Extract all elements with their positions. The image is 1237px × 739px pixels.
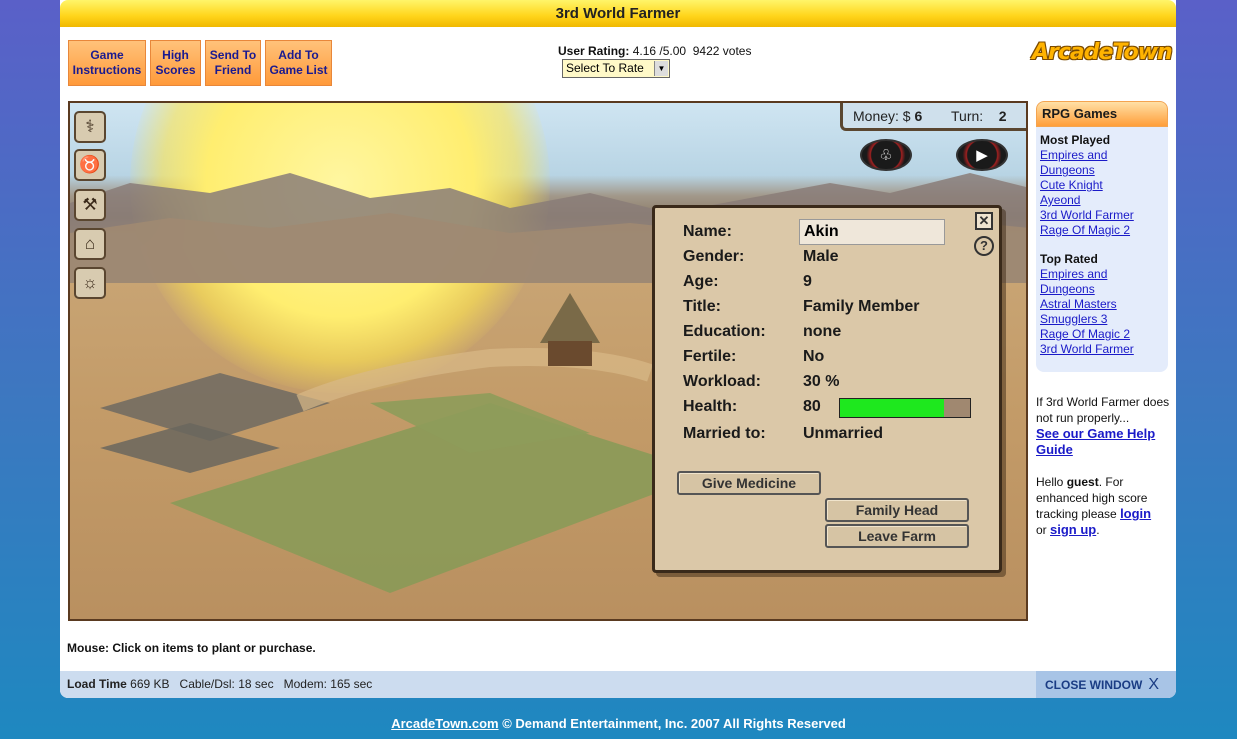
name-field[interactable]: Akin	[799, 219, 945, 245]
health-label: Health:	[683, 398, 738, 415]
money-display: Money: $ 6	[853, 108, 923, 124]
top-rated-link[interactable]: Smugglers 3	[1040, 312, 1164, 327]
close-window-button[interactable]: CLOSE WINDOW X	[1036, 671, 1176, 698]
workload-value: 30 %	[803, 373, 840, 390]
load-size: 669 KB	[130, 677, 170, 691]
user-rating-label: User Rating:	[558, 44, 630, 58]
rate-select-value: Select To Rate	[566, 61, 644, 75]
user-rating-votes: 9422 votes	[692, 44, 752, 58]
rpg-games-title: RPG Games	[1036, 101, 1168, 127]
game-help-guide-link[interactable]: See our Game Help Guide	[1036, 426, 1155, 457]
user-rating-value: 4.16 /5.00	[632, 44, 687, 58]
mouse-label: Mouse:	[67, 641, 109, 655]
right-sidebar: RPG Games Most Played Empires and Dungeo…	[1036, 101, 1168, 372]
fertile-value: No	[803, 348, 825, 365]
top-rated-label: Top Rated	[1040, 252, 1098, 266]
close-window-x-icon: X	[1148, 676, 1159, 693]
fertile-label: Fertile:	[683, 348, 737, 365]
top-rated-link[interactable]: Empires and Dungeons	[1040, 267, 1164, 297]
or-text: or	[1036, 523, 1047, 537]
chevron-down-icon: ▼	[654, 61, 668, 76]
hut-icon[interactable]: ⌂	[74, 228, 106, 260]
give-medicine-button[interactable]: Give Medicine	[677, 471, 821, 495]
status-bar: Money: $ 6 Turn: 2	[840, 103, 1026, 131]
window-title: 3rd World Farmer	[60, 0, 1176, 27]
age-label: Age:	[683, 273, 719, 290]
health-bar-fill	[840, 399, 944, 417]
health-bar	[839, 398, 971, 418]
help-text-1: If 3rd World Farmer does not run properl…	[1036, 395, 1170, 425]
cable-time: Cable/Dsl: 18 sec	[179, 677, 274, 691]
user-rating: User Rating: 4.16 /5.00 9422 votes	[558, 44, 751, 58]
cow-icon[interactable]: ♉	[74, 149, 106, 181]
top-rated-link[interactable]: Astral Masters	[1040, 297, 1164, 312]
rate-select[interactable]: Select To Rate ▼	[562, 59, 670, 78]
most-played-link[interactable]: Ayeond	[1040, 193, 1164, 208]
title-label: Title:	[683, 298, 721, 315]
close-window-label: CLOSE WINDOW	[1045, 678, 1143, 692]
modem-time: Modem: 165 sec	[283, 677, 373, 691]
load-time-bar: Load Time 669 KB Cable/Dsl: 18 sec Modem…	[60, 671, 1176, 698]
most-played-label: Most Played	[1040, 133, 1111, 147]
tool-sidebar: ⚕ ♉ ⚒ ⌂ ☼	[70, 103, 110, 303]
turn-display: Turn: 2	[951, 108, 1007, 124]
load-time-label: Load Time	[67, 677, 127, 691]
add-to-game-list-button[interactable]: Add To Game List	[265, 40, 332, 86]
most-played-link[interactable]: 3rd World Farmer	[1040, 208, 1164, 223]
close-icon[interactable]: ✕	[975, 212, 993, 230]
game-window: 3rd World Farmer Game Instructions High …	[60, 0, 1176, 698]
gender-value: Male	[803, 248, 839, 265]
most-played-link[interactable]: Rage Of Magic 2	[1040, 223, 1164, 238]
married-value: Unmarried	[803, 425, 884, 442]
lightbulb-icon[interactable]: ☼	[74, 267, 106, 299]
education-value: none	[803, 323, 842, 340]
age-value: 9	[803, 273, 812, 290]
top-rated-link[interactable]: 3rd World Farmer	[1040, 342, 1164, 357]
next-turn-play-icon[interactable]: ▶	[956, 139, 1008, 171]
high-scores-button[interactable]: High Scores	[150, 40, 201, 86]
gender-label: Gender:	[683, 248, 745, 265]
most-played-link[interactable]: Empires and Dungeons	[1040, 148, 1164, 178]
leave-farm-button[interactable]: Leave Farm	[825, 524, 969, 548]
arcadetown-link[interactable]: ArcadeTown.com	[391, 716, 498, 731]
health-value: 80	[803, 398, 821, 415]
send-to-friend-button[interactable]: Send To Friend	[205, 40, 261, 86]
mouse-message: Mouse: Click on items to plant or purcha…	[67, 641, 316, 655]
rpg-games-box: RPG Games Most Played Empires and Dungeo…	[1036, 101, 1168, 372]
family-head-button[interactable]: Family Head	[825, 498, 969, 522]
mouse-text: Click on items to plant or purchase.	[112, 641, 316, 655]
period-text: .	[1096, 523, 1100, 537]
login-link[interactable]: login	[1120, 506, 1151, 521]
market-icon[interactable]: ♧	[860, 139, 912, 171]
game-instructions-button[interactable]: Game Instructions	[68, 40, 146, 86]
top-rated-link[interactable]: Rage Of Magic 2	[1040, 327, 1164, 342]
name-label: Name:	[683, 223, 732, 240]
copyright-text: © Demand Entertainment, Inc. 2007 All Ri…	[502, 716, 846, 731]
arcadetown-logo[interactable]: ArcadeTown	[1032, 40, 1173, 68]
username: guest	[1066, 475, 1099, 489]
sign-up-link[interactable]: sign up	[1050, 522, 1096, 537]
married-label: Married to:	[683, 425, 766, 442]
hoe-tool-icon[interactable]: ⚕	[74, 111, 106, 143]
footer: ArcadeTown.com © Demand Entertainment, I…	[0, 716, 1237, 731]
game-canvas[interactable]: ⚕ ♉ ⚒ ⌂ ☼ Money: $ 6 Turn: 2 ♧ ▶ ✕ ? Nam…	[68, 101, 1028, 621]
title-value: Family Member	[803, 298, 920, 315]
hello-text: Hello	[1036, 475, 1064, 489]
person-info-panel: ✕ ? Name: Akin Gender: Male Age: 9 Title…	[652, 205, 1002, 573]
help-text: If 3rd World Farmer does not run properl…	[1036, 394, 1170, 538]
hammer-icon[interactable]: ⚒	[74, 189, 106, 221]
education-label: Education:	[683, 323, 766, 340]
help-icon[interactable]: ?	[974, 236, 994, 256]
workload-label: Workload:	[683, 373, 761, 390]
most-played-link[interactable]: Cute Knight	[1040, 178, 1164, 193]
